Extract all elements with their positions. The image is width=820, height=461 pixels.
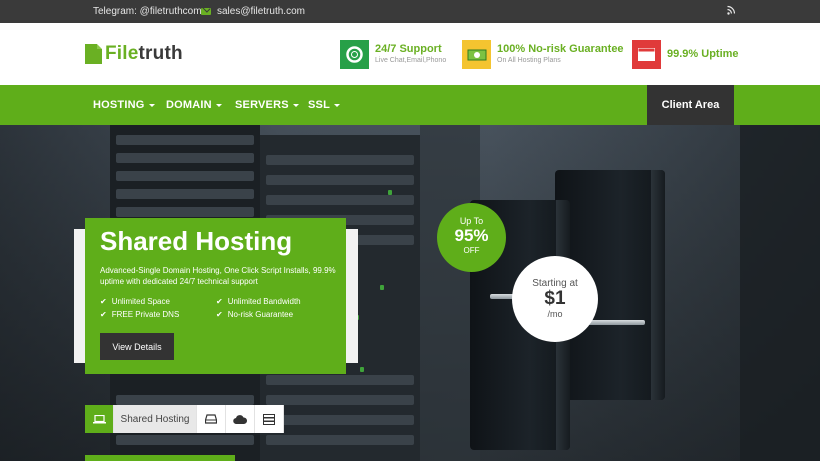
server-rack-image: [740, 125, 820, 461]
tab-cloud[interactable]: [226, 405, 255, 433]
chevron-down-icon: [215, 103, 222, 107]
feature-check: ✔ No-risk Guarantee: [216, 310, 294, 319]
email-contact[interactable]: sales@filetruth.com: [201, 6, 305, 17]
chevron-down-icon: [292, 103, 299, 107]
next-section-bar: [85, 455, 235, 461]
feature-guarantee: 100% No-risk Guarantee On All Hosting Pl…: [462, 40, 624, 69]
discount-badge: Up To 95% OFF: [437, 203, 506, 272]
client-area-button[interactable]: Client Area: [647, 85, 734, 125]
check-icon: ✔: [100, 310, 107, 319]
hosting-tabs: Shared Hosting: [85, 405, 284, 433]
laptop-icon: [92, 414, 106, 423]
hero-description: Advanced-Single Domain Hosting, One Clic…: [100, 266, 336, 286]
top-bar: Telegram: @filetruthcom sales@filetruth.…: [0, 0, 820, 23]
email-link[interactable]: sales@filetruth.com: [217, 6, 305, 17]
site-logo[interactable]: Filetruth: [85, 43, 183, 65]
envelope-icon: [201, 8, 211, 15]
nav-domain[interactable]: DOMAIN: [166, 99, 222, 111]
view-details-button[interactable]: View Details: [100, 333, 174, 360]
check-icon: ✔: [216, 297, 223, 306]
feature-title: 99.9% Uptime: [667, 48, 739, 60]
lifebuoy-icon: [340, 40, 369, 69]
server-rack-icon: [263, 413, 275, 425]
check-icon: ✔: [216, 310, 223, 319]
feature-check: ✔ Unlimited Space: [100, 297, 170, 306]
tab-vps[interactable]: [197, 405, 226, 433]
tab-dedicated[interactable]: [255, 405, 284, 433]
feature-uptime: 99.9% Uptime: [632, 40, 739, 69]
chevron-down-icon: [148, 103, 155, 107]
rss-icon[interactable]: [727, 5, 735, 15]
feature-check: ✔ FREE Private DNS: [100, 310, 180, 319]
feature-support: 24/7 Support Live Chat,Email,Phono: [340, 40, 446, 69]
tab-shared-hosting[interactable]: Shared Hosting: [114, 405, 197, 433]
nav-ssl[interactable]: SSL: [308, 99, 340, 111]
chevron-down-icon: [334, 103, 340, 107]
price-badge: Starting at $1 /mo: [512, 256, 598, 342]
feature-subtitle: Live Chat,Email,Phono: [375, 57, 447, 64]
nav-servers[interactable]: SERVERS: [235, 99, 299, 111]
money-icon: [462, 40, 491, 69]
site-header: Filetruth 24/7 Support Live Chat,Email,P…: [0, 23, 820, 85]
server-drive-icon: [205, 414, 217, 424]
logo-text: Filetruth: [105, 43, 183, 64]
telegram-link[interactable]: Telegram: @filetruthcom: [93, 6, 202, 17]
nav-hosting[interactable]: HOSTING: [93, 99, 155, 111]
browser-window-icon: [632, 40, 661, 69]
hero-panel: Shared Hosting Advanced-Single Domain Ho…: [85, 218, 346, 374]
hero-title: Shared Hosting: [100, 226, 293, 256]
feature-check: ✔ Unlimited Bandwidth: [216, 297, 301, 306]
feature-title: 24/7 Support: [375, 43, 442, 55]
logo-file-icon: [85, 44, 102, 64]
tab-shared-hosting-icon[interactable]: [85, 405, 114, 433]
feature-subtitle: On All Hosting Plans: [497, 57, 561, 64]
cloud-icon: [233, 414, 247, 424]
feature-title: 100% No-risk Guarantee: [497, 43, 624, 55]
check-icon: ✔: [100, 297, 107, 306]
